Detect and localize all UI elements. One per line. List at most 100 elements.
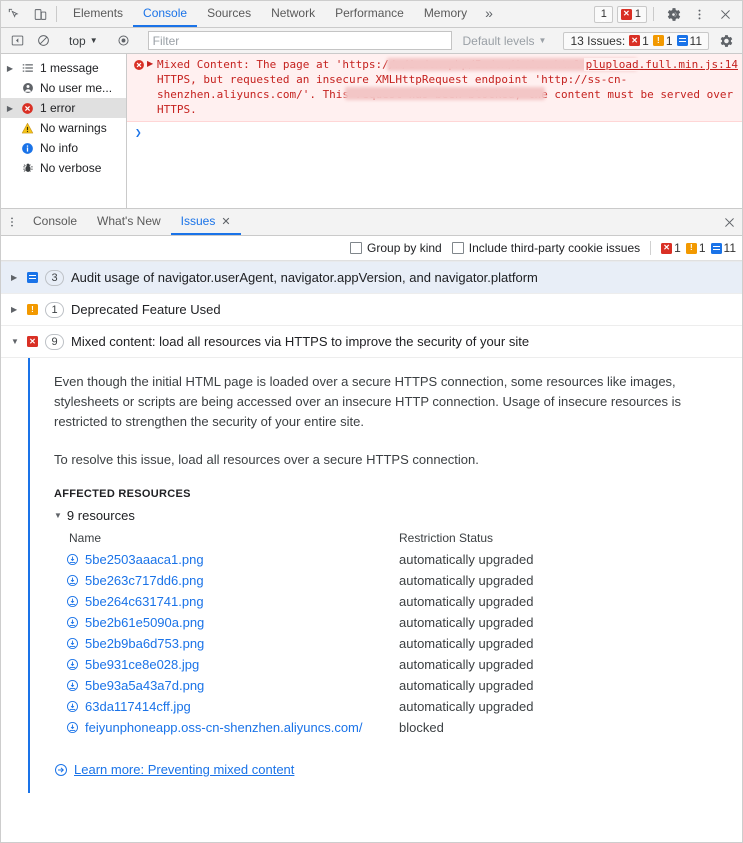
expand-arrow-errors[interactable]: ▶ — [5, 104, 15, 113]
drawer-tab-console[interactable]: Console — [23, 209, 87, 235]
sidebar-label-user-messages: No user me... — [40, 81, 113, 95]
issues-counter-label: 13 Issues: — [570, 33, 626, 48]
group-by-kind-box[interactable] — [350, 242, 363, 254]
affected-resources-header-row: Name Restriction Status — [66, 529, 533, 549]
device-toolbar-icon[interactable] — [27, 1, 53, 27]
drawer-tabs: Console What's New Issues ✕ — [23, 209, 716, 235]
sidebar-item-errors[interactable]: ▶ 1 error — [1, 98, 126, 118]
group-by-kind-checkbox[interactable]: Group by kind — [350, 241, 442, 255]
sidebar-label-messages: 1 message — [40, 61, 99, 75]
inspect-cursor-icon[interactable] — [1, 1, 27, 27]
drawer-tabbar: Console What's New Issues ✕ — [1, 209, 742, 236]
third-party-cookies-checkbox[interactable]: Include third-party cookie issues — [451, 241, 640, 255]
chevron-down-icon: ▼ — [89, 36, 98, 45]
filter-input[interactable] — [147, 31, 453, 50]
table-row[interactable]: 5be931ce8e028.jpg automatically upgraded — [66, 654, 533, 675]
resource-link[interactable]: 5be931ce8e028.jpg — [85, 657, 199, 672]
table-row[interactable]: 5be264c631741.png automatically upgraded — [66, 591, 533, 612]
issues-counter-warnings: ! 1 — [652, 33, 673, 48]
resource-link[interactable]: 5be93a5a43a7d.png — [85, 678, 204, 693]
tab-console[interactable]: Console — [133, 1, 198, 27]
info-circle-icon — [20, 142, 35, 155]
sidebar-toggle-glyph — [11, 35, 23, 46]
table-row[interactable]: 5be263c717dd6.png automatically upgraded — [66, 570, 533, 591]
third-party-cookies-box[interactable] — [451, 242, 464, 254]
issue-description-paragraph-1: Even though the initial HTML page is loa… — [54, 374, 681, 429]
resource-name-cell: 5be2b9ba6d753.png — [66, 633, 399, 654]
log-levels-dropdown[interactable]: Default levels ▼ — [456, 34, 552, 48]
learn-more-link[interactable]: Learn more: Preventing mixed content — [54, 762, 728, 777]
table-row[interactable]: 5be2b61e5090a.png automatically upgraded — [66, 612, 533, 633]
issue-expand-arrow-3[interactable]: ▼ — [11, 337, 20, 346]
verbose-bug-icon — [20, 162, 35, 174]
toolbar-error-count: 1 — [674, 241, 681, 255]
issue-expand-arrow-1[interactable]: ▶ — [11, 273, 20, 282]
issues-badge[interactable]: ✕ 1 — [616, 5, 647, 23]
show-console-sidebar-icon[interactable] — [4, 34, 30, 47]
message-error-icon — [133, 57, 147, 117]
resource-link[interactable]: 5be2503aaaca1.png — [85, 552, 204, 567]
drawer-more-options-icon[interactable] — [1, 209, 23, 235]
issue-row-mixed-content[interactable]: ▼ ✕ 9 Mixed content: load all resources … — [1, 326, 742, 358]
close-icon[interactable] — [712, 8, 738, 21]
issue-info-icon-toolbar — [710, 242, 722, 254]
sidebar-item-messages[interactable]: ▶ 1 message — [1, 58, 126, 78]
resource-link[interactable]: 5be2b61e5090a.png — [85, 615, 204, 630]
drawer-tab-close-icon[interactable]: ✕ — [221, 215, 230, 228]
resource-link-icon — [67, 659, 78, 670]
sidebar-item-user-messages[interactable]: ▶ No user me... — [1, 78, 126, 98]
resource-link[interactable]: 63da117414cff.jpg — [85, 699, 191, 714]
drawer-panel: Console What's New Issues ✕ Group by kin — [1, 209, 742, 842]
expand-arrow-messages[interactable]: ▶ — [5, 64, 15, 73]
tab-memory[interactable]: Memory — [414, 1, 477, 27]
live-expression-icon[interactable] — [111, 34, 137, 47]
sidebar-label-info: No info — [40, 141, 79, 155]
resources-toggle[interactable]: ▼ 9 resources — [54, 508, 728, 523]
resource-link-icon — [67, 617, 78, 628]
resource-name-cell: feiyunphoneapp.oss-cn-shenzhen.aliyuncs.… — [66, 717, 399, 738]
sidebar-item-info[interactable]: ▶ No info — [1, 138, 126, 158]
table-row[interactable]: feiyunphoneapp.oss-cn-shenzhen.aliyuncs.… — [66, 717, 533, 738]
issue-detail-body: Even though the initial HTML page is loa… — [1, 358, 742, 793]
resource-name-cell: 5be263c717dd6.png — [66, 570, 399, 591]
issue-row-navigator-audit[interactable]: ▶ 3 Audit usage of navigator.userAgent, … — [1, 262, 742, 294]
drawer-tab-issues[interactable]: Issues ✕ — [170, 209, 241, 235]
issues-counter-warning-count: 1 — [665, 33, 673, 48]
sidebar-item-warnings[interactable]: ▶ No warnings — [1, 118, 126, 138]
message-expand-arrow[interactable]: ▶ — [147, 57, 157, 117]
issues-counter-button[interactable]: 13 Issues: ✕ 1 ! 1 11 — [563, 31, 709, 50]
close-drawer-icon[interactable] — [716, 209, 742, 235]
table-row[interactable]: 63da117414cff.jpg automatically upgraded — [66, 696, 533, 717]
tab-sources[interactable]: Sources — [197, 1, 261, 27]
execution-context-selector[interactable]: top ▼ — [63, 34, 104, 48]
more-options-icon[interactable] — [686, 8, 712, 21]
table-row[interactable]: 5be2b9ba6d753.png automatically upgraded — [66, 633, 533, 654]
close-drawer-glyph — [724, 217, 734, 227]
resources-toggle-arrow[interactable]: ▼ — [54, 511, 62, 520]
tab-network[interactable]: Network — [261, 1, 325, 27]
console-settings-icon[interactable] — [713, 34, 739, 48]
resource-link[interactable]: 5be2b9ba6d753.png — [85, 636, 204, 651]
resource-status: automatically upgraded — [399, 552, 534, 567]
issue-row-deprecated-feature[interactable]: ▶ ! 1 Deprecated Feature Used — [1, 294, 742, 326]
console-error-badge[interactable]: 1 — [593, 5, 613, 23]
tab-performance[interactable]: Performance — [325, 1, 414, 27]
sidebar-item-verbose[interactable]: ▶ No verbose — [1, 158, 126, 178]
table-row[interactable]: 5be2503aaaca1.png automatically upgraded — [66, 549, 533, 570]
tab-elements[interactable]: Elements — [63, 1, 133, 27]
console-prompt-row[interactable]: ❯ — [127, 122, 742, 139]
gear-icon[interactable] — [660, 7, 686, 22]
table-row[interactable]: 5be93a5a43a7d.png automatically upgraded — [66, 675, 533, 696]
issue-title-3: Mixed content: load all resources via HT… — [71, 334, 530, 349]
resource-link[interactable]: 5be264c631741.png — [85, 594, 204, 609]
issues-toolbar-counts: ✕ 1 ! 1 11 — [661, 241, 736, 255]
resource-status: automatically upgraded — [399, 657, 534, 672]
clear-console-icon[interactable] — [30, 34, 56, 47]
resource-link[interactable]: 5be263c717dd6.png — [85, 573, 204, 588]
issue-expand-arrow-2[interactable]: ▶ — [11, 305, 20, 314]
resource-link[interactable]: feiyunphoneapp.oss-cn-shenzhen.aliyuncs.… — [85, 720, 363, 735]
drawer-tab-whats-new[interactable]: What's New — [87, 209, 171, 235]
console-error-message[interactable]: ▶ Mixed Content: The page at 'https://m/… — [127, 54, 742, 122]
console-source-link[interactable]: plupload.full.min.js:14 — [583, 58, 738, 71]
more-tabs-button[interactable]: » — [477, 1, 501, 27]
